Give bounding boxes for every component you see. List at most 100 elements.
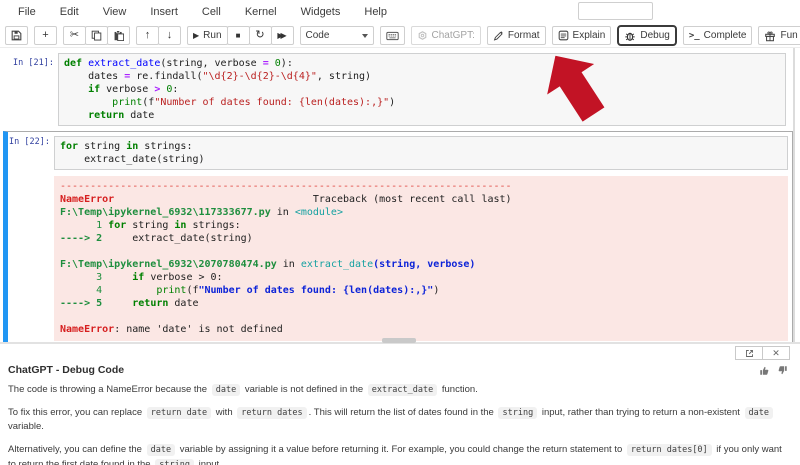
code-input-area[interactable]: def extract_date(string, verbose = 0): d… <box>58 53 786 126</box>
paste-cell-button[interactable] <box>107 26 130 45</box>
menu-item-file[interactable]: File <box>6 6 48 18</box>
fast-forward-icon: ▶▶ <box>277 30 286 40</box>
menu-item-kernel[interactable]: Kernel <box>233 6 289 18</box>
chatgpt-label: ChatGPT: <box>431 30 475 41</box>
error-traceback-output: ----------------------------------------… <box>54 176 788 341</box>
menu-item-cell[interactable]: Cell <box>190 6 233 18</box>
gift-icon <box>765 30 776 41</box>
save-button[interactable] <box>5 26 28 45</box>
save-icon <box>11 30 22 41</box>
panel-resize-handle[interactable] <box>382 338 416 343</box>
code-token: re.findall( <box>130 71 203 82</box>
cell-type-select[interactable]: Code <box>299 26 374 45</box>
code-token: verbose > 0: <box>144 272 223 283</box>
code-token: extract_date(string) <box>102 233 253 244</box>
plus-icon: + <box>42 29 49 41</box>
move-cell-down-button[interactable]: ↓ <box>158 26 181 45</box>
code-token: extract_date <box>88 58 161 69</box>
code-token: , string) <box>316 71 372 82</box>
move-cell-up-button[interactable]: ↑ <box>136 26 159 45</box>
cut-cell-button[interactable]: ✂ <box>63 26 86 45</box>
menu-item-view[interactable]: View <box>91 6 139 18</box>
code-token: return <box>88 110 125 121</box>
explain-button[interactable]: Explain <box>551 26 612 45</box>
restart-run-all-button[interactable]: ▶▶ <box>270 26 294 45</box>
cell-type-value: Code <box>305 30 330 41</box>
toolbar: + ✂ ↑ ↓ ▶ Run ■ ↻ ▶▶ Code ChatGPT: Forma… <box>0 24 800 48</box>
panel-paragraph: The code is throwing a NameError because… <box>8 384 478 396</box>
format-button[interactable]: Format <box>486 26 546 45</box>
add-cell-button[interactable]: + <box>34 26 57 45</box>
code-token: (string, verbose <box>160 58 263 69</box>
code-token: (string, verbose) <box>373 259 476 270</box>
code-token: : <box>172 84 179 95</box>
arrow-down-icon: ↓ <box>166 29 173 41</box>
panel-header: ChatGPT - Debug Code <box>0 344 800 376</box>
debug-button[interactable]: Debug <box>617 25 677 46</box>
code-token: for <box>60 141 79 152</box>
code-cell-21: In [21]: def extract_date(string, verbos… <box>8 53 786 126</box>
code-token: string <box>78 141 127 152</box>
command-palette-button[interactable] <box>379 26 405 45</box>
run-button[interactable]: ▶ Run <box>187 26 228 45</box>
menu-item-widgets[interactable]: Widgets <box>289 6 353 18</box>
debug-label: Debug <box>640 30 670 41</box>
stop-button[interactable]: ■ <box>226 26 250 45</box>
panel-body: The code is throwing a NameError because… <box>0 376 800 465</box>
code-token: NameError <box>60 194 115 205</box>
thumbs-up-icon[interactable] <box>759 365 770 376</box>
paste-icon <box>114 30 124 41</box>
restart-icon: ↻ <box>255 29 265 41</box>
thumbs-down-icon[interactable] <box>777 365 788 376</box>
code-line: for string in strings: <box>60 140 782 153</box>
code-token: ) <box>433 285 440 296</box>
chatgpt-button[interactable]: ChatGPT: <box>410 26 481 45</box>
arrow-up-icon: ↑ <box>144 29 151 41</box>
input-prompt: In [22]: <box>9 137 50 147</box>
code-token: "\d{2}-\d{2}-\d{4}" <box>202 71 317 82</box>
panel-controls: ✕ <box>735 346 790 360</box>
popout-icon <box>745 349 753 357</box>
code-token: date <box>124 110 155 121</box>
code-line: 1 for string in strings: <box>60 219 782 232</box>
menu-item-help[interactable]: Help <box>352 6 399 18</box>
chatgpt-logo-icon <box>418 31 426 40</box>
pen-icon <box>493 31 503 41</box>
menu-item-insert[interactable]: Insert <box>138 6 190 18</box>
notebook-scrollbar[interactable] <box>793 48 795 343</box>
top-right-box[interactable] <box>578 2 653 20</box>
fun-button[interactable]: Fun <box>758 26 800 45</box>
restart-kernel-button[interactable]: ↻ <box>248 26 272 45</box>
code-token: Traceback (most recent call last) <box>114 194 512 205</box>
code-line: ----> 5 return date <box>60 297 782 310</box>
code-token: <module> <box>294 207 343 218</box>
input-prompt: In [21]: <box>13 58 54 68</box>
stop-icon: ■ <box>235 30 241 40</box>
close-panel-button[interactable]: ✕ <box>762 346 790 360</box>
code-token: in <box>276 259 301 270</box>
complete-label: Complete <box>703 30 747 41</box>
code-line: 4 print(f"Number of dates found: {len(da… <box>60 284 782 297</box>
copy-cell-button[interactable] <box>85 26 108 45</box>
complete-button[interactable]: >_ Complete <box>682 26 753 45</box>
code-token: ----------------------------------------… <box>60 181 512 192</box>
code-token: def <box>64 58 83 69</box>
code-token: return <box>132 298 169 309</box>
menu-item-edit[interactable]: Edit <box>48 6 91 18</box>
code-token: print <box>156 285 187 296</box>
code-token: ----> 2 <box>60 233 103 244</box>
code-cell-22-selected[interactable]: In [22]: for string in strings: extract_… <box>3 131 793 343</box>
code-token: 3 <box>60 272 109 283</box>
code-token: if <box>132 272 145 283</box>
popout-button[interactable] <box>735 346 763 360</box>
notebook-area: In [21]: def extract_date(string, verbos… <box>0 48 800 343</box>
code-token: extract_date(string) <box>60 154 205 165</box>
menu-bar: File Edit View Insert Cell Kernel Widgets Help <box>0 0 800 24</box>
code-input-area[interactable]: for string in strings: extract_date(stri… <box>54 136 788 170</box>
chevron-down-icon <box>361 33 368 38</box>
